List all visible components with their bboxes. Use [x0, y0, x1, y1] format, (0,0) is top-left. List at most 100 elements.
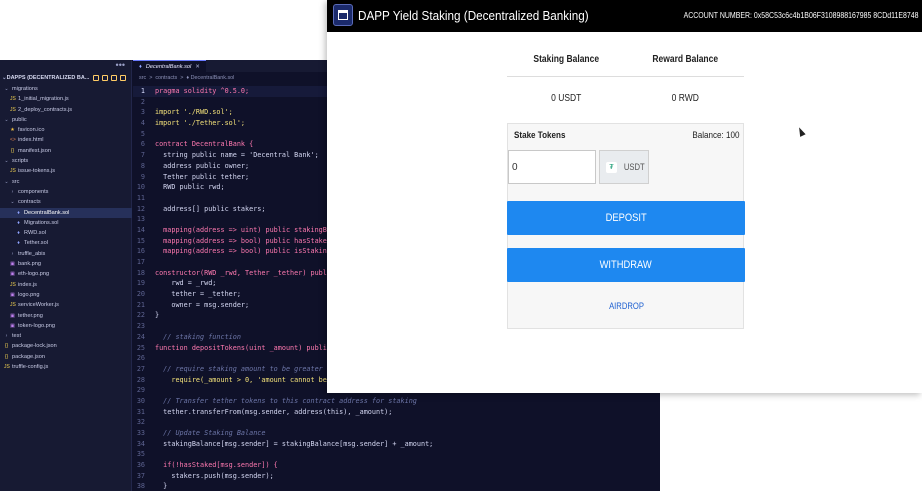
explorer-item-label: bank.png [18, 261, 42, 268]
explorer-item[interactable]: ⌄ public [0, 115, 132, 125]
explorer-item[interactable]: JS truffle-config.js [0, 362, 132, 372]
js-icon: JS [10, 281, 16, 288]
explorer-item[interactable]: {} manifest.json [0, 146, 132, 156]
code-line[interactable]: 38 } [133, 481, 660, 491]
sol-icon: ♦ [17, 219, 20, 226]
explorer-item[interactable]: JS index.js [0, 280, 132, 290]
explorer-item[interactable]: ▣ logo.png [0, 290, 132, 300]
chevron-down-icon: ⌄ [4, 116, 9, 123]
explorer-item[interactable]: {} package.json [0, 352, 132, 362]
explorer-item[interactable]: ♦ Tether.sol [0, 238, 132, 248]
line-number: 21 [136, 300, 145, 309]
code-text: contract DecentralBank { [155, 140, 254, 149]
explorer-item[interactable]: ⌄ scripts [0, 156, 132, 166]
deposit-button[interactable]: DEPOSIT [507, 201, 745, 235]
explorer-item[interactable]: ▣ bank.png [0, 259, 132, 269]
dapp-browser-window: DAPP Yield Staking (Decentralized Bankin… [327, 0, 922, 393]
line-number: 18 [136, 268, 145, 277]
line-number: 17 [136, 258, 145, 266]
code-line[interactable]: 35 [133, 449, 660, 460]
explorer-item[interactable]: ⌄ migrations [0, 84, 132, 94]
breadcrumb-contracts[interactable]: contracts [155, 75, 177, 81]
line-number: 34 [136, 439, 145, 448]
explorer-sidebar: ••• ⌄ DAPPS (DECENTRALIZED BA... ⌄ migrat… [0, 60, 132, 491]
new-folder-icon[interactable] [102, 75, 109, 81]
js-icon: JS [10, 96, 16, 103]
line-number: 31 [136, 407, 145, 416]
explorer-item[interactable]: JS 1_initial_migration.js [0, 94, 132, 104]
explorer-item-label: index.html [18, 137, 44, 144]
explorer-item[interactable]: JS 2_deploy_contracts.js [0, 105, 132, 115]
explorer-item-label: tether.png [18, 312, 43, 319]
bank-logo-icon [333, 4, 353, 26]
explorer-item[interactable]: ★ favicon.ico [0, 125, 132, 135]
explorer-item[interactable]: JS serviceWorker.js [0, 300, 132, 310]
explorer-item[interactable]: ⌄ src [0, 177, 132, 187]
breadcrumb-src[interactable]: src [139, 75, 146, 81]
refresh-icon[interactable] [111, 75, 118, 81]
code-line[interactable]: 30 // Transfer tether tokens to this con… [133, 396, 660, 407]
code-text: address public owner; [155, 161, 250, 170]
more-actions-icon[interactable]: ••• [116, 60, 125, 70]
explorer-item[interactable]: ▣ tether.png [0, 311, 132, 321]
code-text: RWD public rwd; [155, 183, 225, 192]
line-number: 25 [136, 343, 145, 352]
line-number: 8 [140, 161, 145, 170]
explorer-item[interactable]: ⌄ contracts [0, 197, 132, 207]
explorer-item-label: migrations [12, 86, 38, 92]
code-text: mapping(address => bool) public isStakin… [155, 247, 336, 256]
code-text: require(_amount > 0, 'amount cannot be 0… [155, 375, 348, 384]
code-text: import './Tether.sol'; [155, 119, 246, 128]
breadcrumb-file[interactable]: ♦ DecentralBank.sol [186, 75, 234, 81]
reward-balance-value: 0 RWD [671, 92, 699, 104]
close-icon[interactable]: ✕ [195, 64, 200, 70]
img-icon: ▣ [10, 322, 15, 329]
code-line[interactable]: 33 // Update Staking Balance [133, 428, 660, 439]
line-number: 30 [136, 396, 145, 405]
code-text: string public name = 'Decentral Bank'; [155, 151, 319, 160]
img-icon: ▣ [10, 291, 15, 298]
explorer-item[interactable]: ♦ Migrations.sol [0, 218, 132, 228]
explorer-item[interactable]: <> index.html [0, 135, 132, 145]
explorer-item-label: components [18, 188, 49, 195]
explorer-project-header[interactable]: ⌄ DAPPS (DECENTRALIZED BA... [2, 72, 130, 84]
explorer-item-label: src [12, 178, 20, 185]
explorer-item-label: 1_initial_migration.js [18, 96, 69, 103]
tab-decentralbank-sol[interactable]: ♦ DecentralBank.sol ✕ [133, 60, 206, 72]
code-text: } [155, 311, 160, 320]
line-number: 1 [140, 87, 145, 95]
code-line[interactable]: 36 if(!hasStaked[msg.sender]) { [133, 460, 660, 471]
brand-title[interactable]: DAPP Yield Staking (Decentralized Bankin… [358, 8, 589, 23]
code-line[interactable]: 37 stakers.push(msg.sender); [133, 471, 660, 482]
code-text: mapping(address => bool) public hasStake… [155, 236, 336, 245]
tether-icon: ₮ [606, 161, 617, 173]
explorer-item[interactable]: JS issue-tokens.js [0, 166, 132, 176]
account-number: ACCOUNT NUMBER: 0x58C53c6c4b1B06F3108988… [683, 10, 918, 20]
code-line[interactable]: 34 stakingBalance[msg.sender] = stakingB… [133, 439, 660, 450]
explorer-item[interactable]: › test [0, 331, 132, 341]
explorer-item-label: scripts [12, 158, 29, 165]
new-file-icon[interactable] [93, 75, 100, 81]
stake-amount-input[interactable] [508, 150, 596, 184]
explorer-item[interactable]: ▣ token-logo.png [0, 321, 132, 331]
token-addon: ₮ USDT [599, 150, 649, 184]
explorer-item[interactable]: {} package-lock.json [0, 341, 132, 351]
withdraw-button[interactable]: WITHDRAW [507, 248, 745, 282]
airdrop-link[interactable]: AIRDROP [508, 301, 745, 311]
deposit-button-label: DEPOSIT [605, 212, 647, 224]
code-line[interactable]: 32 [133, 417, 660, 428]
chevron-right-icon: › [11, 250, 14, 257]
code-line[interactable]: 31 tether.transferFrom(msg.sender, addre… [133, 407, 660, 418]
explorer-item[interactable]: ▣ eth-logo.png [0, 269, 132, 279]
token-label: USDT [623, 162, 645, 172]
explorer-item-label: Migrations.sol [24, 219, 59, 226]
line-number: 24 [136, 332, 145, 341]
explorer-item[interactable]: ♦ DecentralBank.sol [0, 207, 132, 218]
explorer-item-label: issue-tokens.js [18, 168, 55, 175]
explorer-item[interactable]: ♦ RWD.sol [0, 228, 132, 238]
explorer-item-label: serviceWorker.js [18, 302, 59, 309]
explorer-item[interactable]: › truffle_abis [0, 249, 132, 259]
explorer-item[interactable]: › components [0, 187, 132, 197]
line-number: 5 [140, 129, 145, 138]
collapse-all-icon[interactable] [120, 75, 127, 81]
